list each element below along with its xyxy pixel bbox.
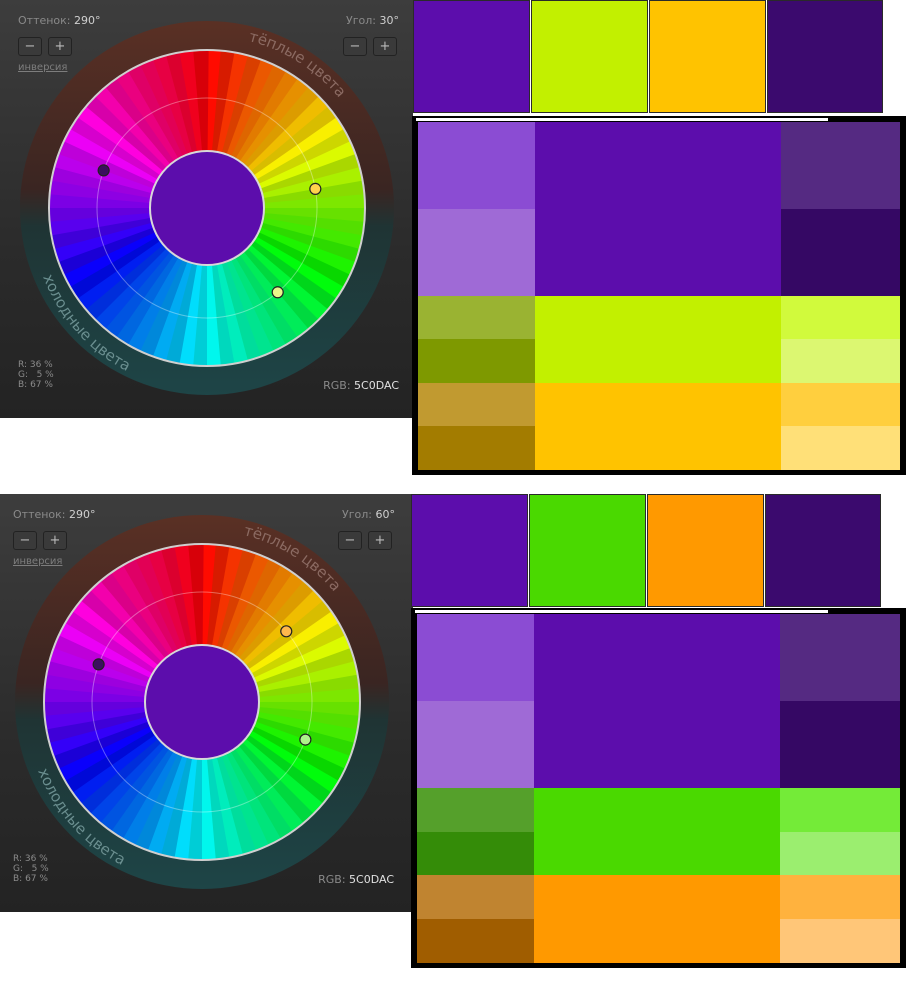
shade-cell-main[interactable]: [535, 296, 781, 383]
shade-cell-left[interactable]: [417, 831, 534, 876]
hue-value: 290°: [69, 508, 96, 521]
swatch-row: [411, 494, 881, 607]
shade-cell-right[interactable]: [781, 296, 900, 340]
swatch-second[interactable]: [531, 0, 648, 113]
swatch-third[interactable]: [647, 494, 764, 607]
hue-value: 290°: [74, 14, 101, 27]
color-wheel-panel: тёплые цвета холодные цвета Оттенок: 290°…: [0, 494, 413, 912]
hue-label: Оттенок: 290°: [18, 14, 101, 27]
shade-cell-main[interactable]: [534, 614, 780, 789]
color-marker[interactable]: [309, 182, 322, 195]
rgb-hex-readout: RGB: 5C0DAC: [323, 379, 399, 392]
shade-cell-main[interactable]: [534, 788, 780, 876]
angle-plus-button[interactable]: +: [373, 37, 397, 56]
shade-cell-left[interactable]: [418, 382, 535, 427]
hue-minus-button[interactable]: −: [13, 531, 37, 550]
rgb-hex-readout: RGB: 5C0DAC: [318, 873, 394, 886]
shade-grid: [411, 608, 906, 968]
color-marker[interactable]: [92, 658, 105, 671]
shade-cell-main[interactable]: [535, 122, 781, 297]
shade-cell-left[interactable]: [418, 339, 535, 383]
swatch-second[interactable]: [529, 494, 646, 607]
angle-value: 60°: [375, 508, 396, 521]
swatch-dark[interactable]: [767, 0, 883, 113]
shade-cell-left[interactable]: [417, 701, 534, 789]
shade-cell-right[interactable]: [781, 209, 900, 297]
shade-cell-right[interactable]: [781, 339, 900, 383]
shade-cell-left[interactable]: [417, 788, 534, 832]
swatch-row: [413, 0, 883, 113]
shade-cell-left[interactable]: [418, 122, 535, 210]
shade-cell-right[interactable]: [781, 122, 900, 210]
shade-cell-right[interactable]: [780, 831, 900, 876]
shade-grid: [412, 116, 906, 475]
rgb-percent-readout: R: 36 % G: 5 % B: 67 %: [13, 854, 49, 884]
swatch-primary[interactable]: [413, 0, 530, 113]
hue-label: Оттенок: 290°: [13, 508, 96, 521]
shade-cell-left[interactable]: [417, 918, 534, 963]
inversion-link[interactable]: инверсия: [13, 556, 62, 567]
swatch-third[interactable]: [649, 0, 766, 113]
hue-plus-button[interactable]: +: [43, 531, 67, 550]
shade-cell-left[interactable]: [418, 209, 535, 297]
shade-cell-right[interactable]: [781, 425, 900, 470]
center-color: [144, 644, 260, 760]
grid-top-border: [416, 118, 828, 121]
color-marker[interactable]: [280, 625, 293, 638]
shade-cell-left[interactable]: [417, 614, 534, 702]
color-marker[interactable]: [271, 286, 284, 299]
angle-minus-button[interactable]: −: [338, 531, 362, 550]
angle-minus-button[interactable]: −: [343, 37, 367, 56]
shade-cell-right[interactable]: [780, 788, 900, 832]
shade-cell-left[interactable]: [418, 296, 535, 340]
shade-cell-left[interactable]: [418, 425, 535, 470]
angle-plus-button[interactable]: +: [368, 531, 392, 550]
angle-label: Угол: 30°: [346, 14, 399, 27]
color-wheel-panel: тёплые цвета холодные цвета Оттенок: 290°…: [0, 0, 413, 418]
grid-top-border: [415, 610, 828, 613]
angle-value: 30°: [379, 14, 400, 27]
hue-minus-button[interactable]: −: [18, 37, 42, 56]
shade-cell-right[interactable]: [781, 382, 900, 427]
shade-cell-right[interactable]: [780, 918, 900, 963]
swatch-primary[interactable]: [411, 494, 528, 607]
color-marker[interactable]: [299, 733, 312, 746]
shade-cell-right[interactable]: [780, 875, 900, 919]
angle-label: Угол: 60°: [342, 508, 395, 521]
shade-cell-right[interactable]: [780, 701, 900, 789]
shade-cell-left[interactable]: [417, 875, 534, 919]
center-color: [149, 150, 265, 266]
scheme-block-1: тёплые цвета холодные цвета Оттенок: 290°…: [0, 0, 906, 480]
shade-cell-main[interactable]: [535, 382, 781, 470]
swatch-dark[interactable]: [765, 494, 881, 607]
rgb-percent-readout: R: 36 % G: 5 % B: 67 %: [18, 360, 54, 390]
inversion-link[interactable]: инверсия: [18, 62, 67, 73]
color-marker[interactable]: [97, 164, 110, 177]
shade-cell-right[interactable]: [780, 614, 900, 702]
hue-plus-button[interactable]: +: [48, 37, 72, 56]
scheme-block-2: тёплые цвета холодные цвета Оттенок: 290°…: [0, 494, 906, 974]
shade-cell-main[interactable]: [534, 875, 780, 963]
